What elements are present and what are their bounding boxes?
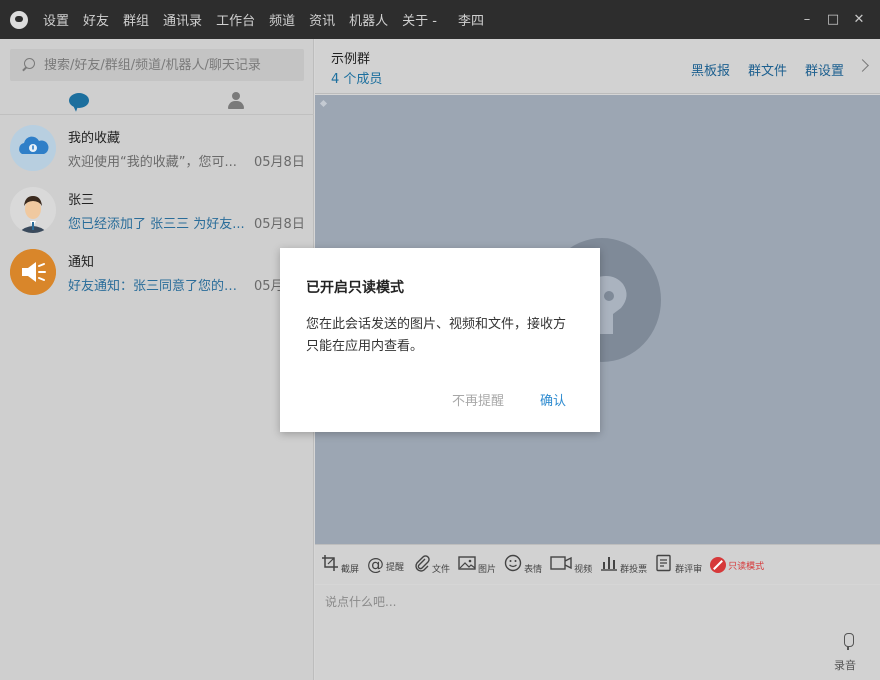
conversation-date: 05月8日 bbox=[254, 217, 305, 232]
search-icon bbox=[20, 57, 36, 73]
poll-button[interactable]: 群投票 bbox=[600, 554, 647, 576]
dialog-message: 您在此会话发送的图片、视频和文件，接收方只能在应用内查看。 bbox=[306, 317, 567, 354]
menu-about[interactable]: 关于 - bbox=[402, 10, 437, 29]
search-box[interactable] bbox=[10, 49, 304, 81]
menu-contacts[interactable]: 通讯录 bbox=[163, 10, 202, 29]
emoji-button[interactable]: 表情 bbox=[504, 554, 542, 576]
mention-button[interactable]: @ 提醒 bbox=[367, 556, 404, 574]
menu-channels[interactable]: 频道 bbox=[269, 10, 295, 29]
tool-label: 视频 bbox=[574, 564, 593, 575]
header-links: 黑板报 群文件 群设置 bbox=[673, 60, 844, 79]
conversation-preview: 您已经添加了 张三三 为好友... bbox=[68, 217, 245, 232]
close-icon[interactable]: ✕ bbox=[846, 7, 872, 33]
review-icon bbox=[655, 554, 673, 576]
message-input[interactable] bbox=[325, 593, 825, 633]
tool-label: 群评审 bbox=[675, 564, 703, 575]
tool-label: 文件 bbox=[432, 564, 451, 575]
conversation-item[interactable]: 我的收藏 欢迎使用“我的收藏”，您可... 05月8日 bbox=[0, 117, 314, 179]
poll-icon bbox=[600, 554, 618, 576]
menu-workbench[interactable]: 工作台 bbox=[216, 10, 255, 29]
menu-friends[interactable]: 好友 bbox=[83, 10, 109, 29]
at-icon: @ bbox=[367, 554, 385, 575]
conversation-date: 05月8日 bbox=[254, 155, 305, 170]
speaker-avatar bbox=[10, 249, 56, 295]
image-icon bbox=[458, 554, 476, 576]
window-controls: – □ ✕ bbox=[794, 0, 872, 39]
compose-toolbar: 截屏 @ 提醒 文件 图片 表情 视频 群投票 群评审 只读模式 bbox=[315, 544, 880, 584]
conversation-name: 张三 bbox=[68, 193, 95, 208]
crop-icon bbox=[321, 554, 339, 576]
conversation-item[interactable]: 张三 您已经添加了 张三三 为好友... 05月8日 bbox=[0, 179, 314, 241]
microphone-icon bbox=[842, 633, 854, 650]
tool-label: 图片 bbox=[478, 564, 497, 575]
dialog-actions: 不再提醒 确认 bbox=[452, 390, 566, 409]
conversation-sidebar: 我的收藏 欢迎使用“我的收藏”，您可... 05月8日 张三 您已经添加了 张三… bbox=[0, 39, 314, 680]
sidebar-tabs bbox=[0, 87, 314, 115]
readonly-icon bbox=[710, 556, 727, 573]
blackboard-link[interactable]: 黑板报 bbox=[691, 60, 730, 79]
main-menu: 设置 好友 群组 通讯录 工作台 频道 资讯 机器人 关于 - 李四 bbox=[36, 10, 484, 29]
chat-bubble-icon bbox=[68, 93, 89, 108]
conversation-name: 通知 bbox=[68, 255, 95, 270]
menu-robots[interactable]: 机器人 bbox=[349, 10, 388, 29]
video-button[interactable]: 视频 bbox=[550, 554, 592, 576]
review-button[interactable]: 群评审 bbox=[655, 554, 702, 576]
record-label: 录音 bbox=[834, 659, 856, 672]
menu-news[interactable]: 资讯 bbox=[309, 10, 335, 29]
menu-groups[interactable]: 群组 bbox=[123, 10, 149, 29]
group-name: 示例群 bbox=[331, 52, 371, 67]
confirm-button[interactable]: 确认 bbox=[540, 390, 566, 409]
dont-remind-button[interactable]: 不再提醒 bbox=[452, 390, 504, 409]
tab-chats[interactable] bbox=[0, 87, 157, 114]
screenshot-button[interactable]: 截屏 bbox=[321, 554, 359, 576]
chat-header: 示例群 4 个成员 黑板报 群文件 群设置 bbox=[315, 39, 880, 94]
contacts-icon bbox=[227, 91, 244, 110]
paperclip-icon bbox=[412, 554, 430, 576]
conversation-item[interactable]: 通知 好友通知：张三同意了您的好... 05月 bbox=[0, 241, 314, 303]
cloud-avatar bbox=[10, 125, 56, 171]
menu-settings[interactable]: 设置 bbox=[43, 10, 69, 29]
file-button[interactable]: 文件 bbox=[412, 554, 450, 576]
conversation-preview: 好友通知：张三同意了您的好... bbox=[68, 279, 248, 294]
readonly-mode-dialog: 已开启只读模式 您在此会话发送的图片、视频和文件，接收方只能在应用内查看。 不再… bbox=[280, 248, 600, 432]
group-settings-link[interactable]: 群设置 bbox=[805, 60, 844, 79]
member-count-link[interactable]: 4 个成员 bbox=[331, 68, 382, 87]
tool-label: 截屏 bbox=[341, 564, 360, 575]
tab-contacts[interactable] bbox=[157, 87, 314, 114]
image-button[interactable]: 图片 bbox=[458, 554, 496, 576]
person-avatar bbox=[10, 187, 56, 233]
search-input[interactable] bbox=[44, 57, 294, 73]
video-icon bbox=[550, 554, 572, 576]
current-user-name[interactable]: 李四 bbox=[458, 10, 484, 29]
app-logo-icon bbox=[10, 10, 28, 29]
readonly-mode-button[interactable]: 只读模式 bbox=[710, 556, 765, 573]
conversation-preview: 欢迎使用“我的收藏”，您可... bbox=[68, 155, 237, 170]
emoji-icon bbox=[504, 554, 522, 576]
tool-label: 提醒 bbox=[386, 562, 405, 573]
title-bar: 设置 好友 群组 通讯录 工作台 频道 资讯 机器人 关于 - 李四 – □ ✕ bbox=[0, 0, 880, 39]
record-button[interactable]: 录音 bbox=[832, 633, 864, 673]
tool-label: 群投票 bbox=[620, 564, 648, 575]
compose-area: 录音 bbox=[315, 585, 880, 680]
minimize-icon[interactable]: – bbox=[794, 7, 820, 33]
conversation-list: 我的收藏 欢迎使用“我的收藏”，您可... 05月8日 张三 您已经添加了 张三… bbox=[0, 117, 314, 303]
chevron-right-icon[interactable] bbox=[858, 59, 868, 73]
group-files-link[interactable]: 群文件 bbox=[748, 60, 787, 79]
maximize-icon[interactable]: □ bbox=[820, 7, 846, 33]
tool-label: 只读模式 bbox=[728, 561, 765, 572]
tool-label: 表情 bbox=[524, 564, 543, 575]
conversation-name: 我的收藏 bbox=[68, 131, 121, 146]
diamond-marker-icon bbox=[319, 99, 328, 108]
dialog-title: 已开启只读模式 bbox=[306, 280, 404, 296]
